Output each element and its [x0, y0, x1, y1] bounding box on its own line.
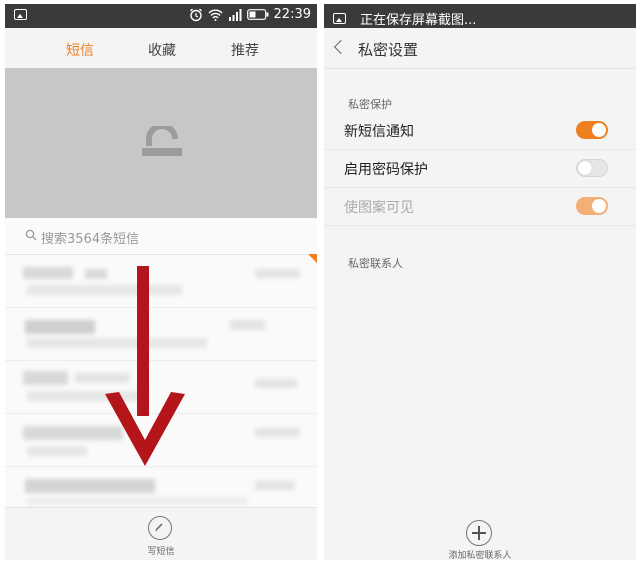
search-icon: [25, 229, 37, 241]
status-notification-text: 正在保存屏幕截图...: [360, 13, 477, 28]
pattern-visible-toggle: [576, 197, 608, 215]
bottom-bar: 写短信: [5, 507, 317, 560]
compose-icon: [155, 523, 163, 532]
page-title: 私密设置: [358, 41, 419, 59]
tab-messages[interactable]: 短信: [66, 40, 94, 60]
unlock-icon: [142, 126, 182, 156]
screenshot-notification-icon: [14, 9, 27, 20]
setting-label: 使图案可见: [344, 200, 414, 216]
swipe-down-arrow-annotation: [105, 266, 185, 466]
section-private-contacts: 私密联系人: [348, 257, 403, 270]
battery-icon: [246, 9, 269, 20]
section-privacy-protection: 私密保护: [348, 98, 392, 111]
search-bar[interactable]: 搜索3564条短信: [5, 218, 317, 255]
tab-bar: 短信 收藏 推荐: [5, 28, 317, 68]
alarm-icon: [189, 8, 202, 21]
tab-favorites[interactable]: 收藏: [148, 40, 176, 60]
status-bar: 正在保存屏幕截图...: [324, 4, 636, 28]
new-message-notify-toggle[interactable]: [576, 121, 608, 139]
password-protection-toggle[interactable]: [576, 159, 608, 177]
messages-screen: 22:39 短信 收藏 推荐 搜索3564条短信 写短信: [5, 4, 317, 560]
setting-pattern-visible: 使图案可见: [324, 187, 636, 226]
setting-label: 新短信通知: [344, 124, 414, 140]
wifi-icon: [208, 9, 223, 21]
setting-label: 启用密码保护: [344, 162, 428, 178]
compose-label: 写短信: [147, 547, 175, 557]
privacy-settings-screen: 正在保存屏幕截图... 私密设置 私密保护 新短信通知 启用密码保护 使图案可见…: [324, 4, 636, 560]
add-private-contact-label: 添加私密联系人: [448, 551, 512, 560]
add-private-contact-button[interactable]: [466, 520, 492, 546]
header: 私密设置: [324, 28, 636, 69]
status-time: 22:39: [273, 7, 311, 22]
status-bar: 22:39: [5, 4, 317, 28]
signal-icon: [228, 8, 242, 21]
tab-recommended[interactable]: 推荐: [231, 40, 259, 60]
search-placeholder: 搜索3564条短信: [41, 232, 140, 247]
screenshot-notification-icon: [333, 13, 346, 24]
compose-button[interactable]: [148, 516, 172, 540]
back-chevron-icon[interactable]: [333, 39, 349, 55]
setting-new-message-notify[interactable]: 新短信通知: [324, 111, 636, 150]
setting-password-protection[interactable]: 启用密码保护: [324, 149, 636, 188]
